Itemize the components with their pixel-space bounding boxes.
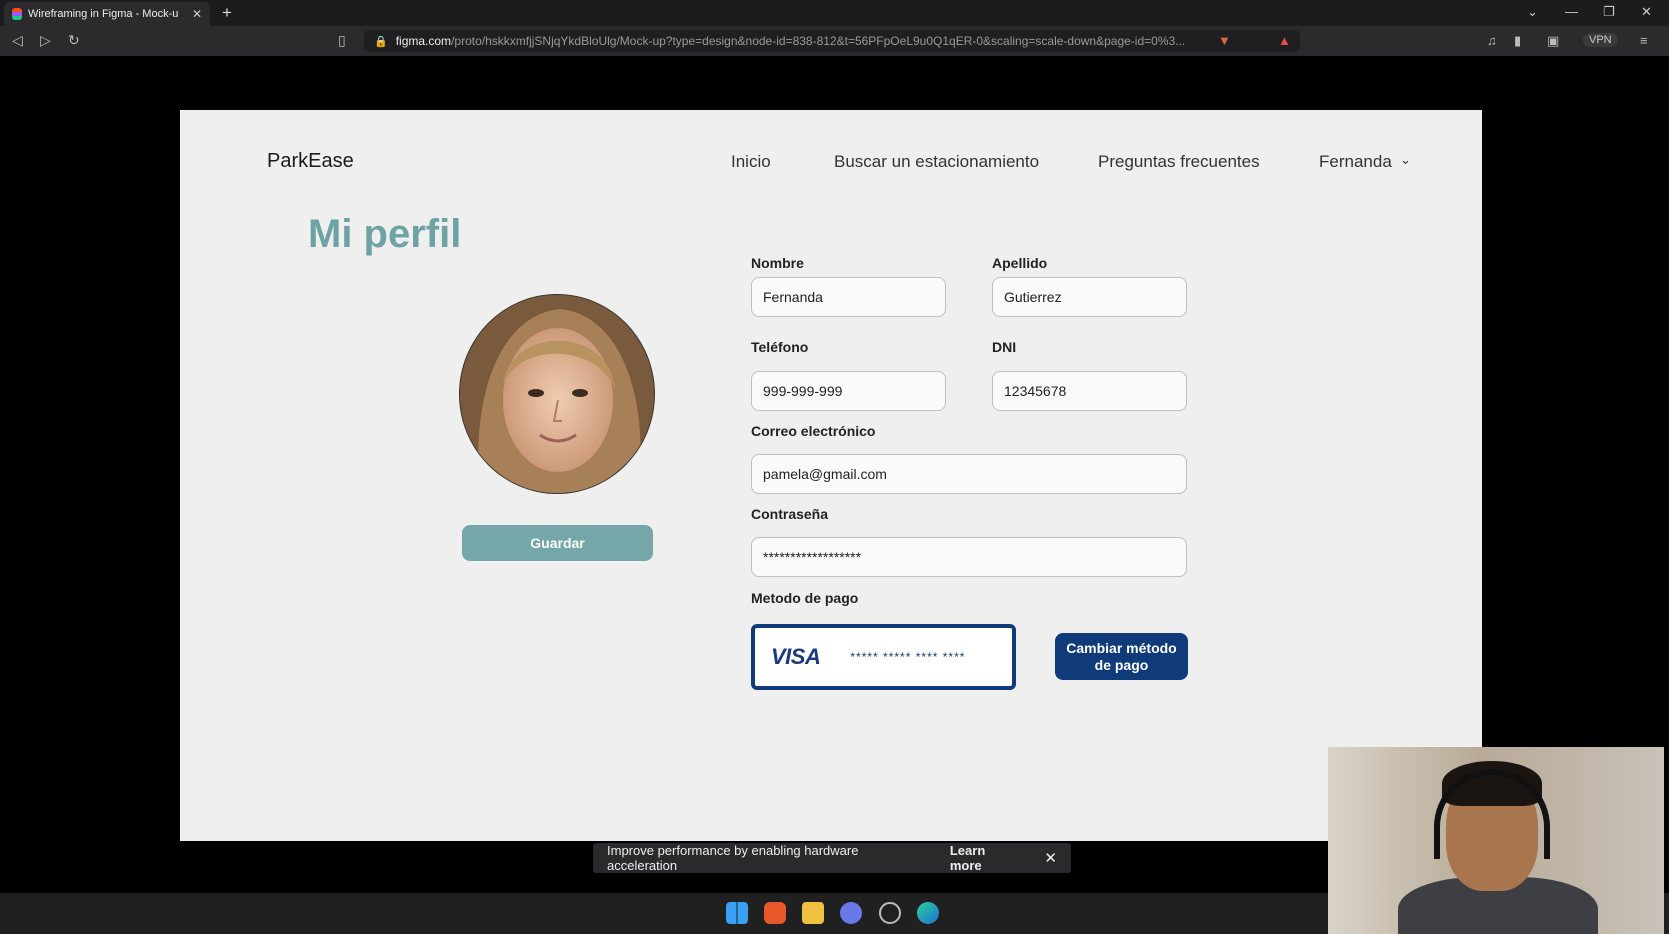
dni-field[interactable]: 12345678 bbox=[992, 371, 1187, 411]
phone-field[interactable]: 999-999-999 bbox=[751, 371, 946, 411]
nav-user-menu[interactable]: Fernanda bbox=[1319, 152, 1392, 172]
lock-icon: 🔒 bbox=[374, 35, 388, 48]
browser-tab[interactable]: Wireframing in Figma - Mock-u ✕ bbox=[4, 2, 210, 26]
close-window-icon[interactable]: ✕ bbox=[1641, 4, 1652, 20]
close-tab-icon[interactable]: ✕ bbox=[192, 7, 202, 21]
close-icon[interactable]: ✕ bbox=[1044, 849, 1057, 867]
url-host: figma.com bbox=[395, 34, 452, 48]
url-path: /proto/hskkxmfjjSNjqYkdBloUlg/Mock-up?ty… bbox=[451, 34, 1186, 48]
visa-logo: VISA bbox=[771, 644, 821, 669]
nav-faq[interactable]: Preguntas frecuentes bbox=[1098, 152, 1260, 172]
avatar bbox=[459, 294, 655, 494]
email-label: Correo electrónico bbox=[751, 423, 876, 439]
forward-icon[interactable]: ▷ bbox=[40, 32, 51, 49]
last-name-label: Apellido bbox=[992, 255, 1048, 271]
minimize-icon[interactable]: — bbox=[1565, 4, 1578, 19]
reload-icon[interactable]: ↻ bbox=[68, 32, 80, 49]
figma-icon bbox=[12, 8, 22, 20]
new-tab-icon[interactable]: + bbox=[222, 3, 232, 23]
phone-label: Teléfono bbox=[751, 339, 809, 355]
media-icon[interactable]: ♫ bbox=[1487, 33, 1497, 48]
profile-page: ParkEase Inicio Buscar un estacionamient… bbox=[180, 110, 1482, 841]
nav-search-parking[interactable]: Buscar un estacionamiento bbox=[834, 152, 1039, 172]
email-field[interactable]: pamela@gmail.com bbox=[751, 454, 1187, 494]
edge-browser-icon[interactable] bbox=[917, 902, 939, 924]
webcam-overlay bbox=[1328, 747, 1664, 934]
payment-card[interactable]: VISA ***** ***** **** **** bbox=[751, 624, 1016, 690]
address-bar[interactable]: 🔒 figma.com /proto/hskkxmfjjSNjqYkdBloUl… bbox=[364, 30, 1300, 52]
file-explorer-icon[interactable] bbox=[802, 902, 824, 924]
notice-text: Improve performance by enabling hardware… bbox=[607, 843, 859, 873]
password-field[interactable]: ****************** bbox=[751, 537, 1187, 577]
chevron-down-icon[interactable]: ⌄ bbox=[1400, 152, 1411, 168]
brave-browser-icon[interactable] bbox=[764, 902, 786, 924]
tab-title: Wireframing in Figma - Mock-u bbox=[28, 8, 179, 20]
change-payment-button[interactable]: Cambiar método de pago bbox=[1055, 633, 1188, 680]
tab-list-icon[interactable]: ⌄ bbox=[1527, 4, 1538, 20]
site-logo[interactable]: ParkEase bbox=[267, 150, 354, 173]
app-icon[interactable] bbox=[879, 902, 901, 924]
save-button[interactable]: Guardar bbox=[462, 525, 653, 561]
learn-more-link[interactable]: Learn more bbox=[950, 843, 1019, 873]
back-icon[interactable]: ◁ bbox=[12, 32, 23, 49]
payment-method-label: Metodo de pago bbox=[751, 590, 859, 606]
discord-icon[interactable] bbox=[840, 902, 862, 924]
first-name-field[interactable]: Fernanda bbox=[751, 277, 946, 317]
wallet-icon[interactable]: ▣ bbox=[1547, 33, 1559, 49]
menu-icon[interactable]: ≡ bbox=[1640, 33, 1648, 48]
last-name-field[interactable]: Gutierrez bbox=[992, 277, 1187, 317]
sidebar-icon[interactable]: ▮ bbox=[1514, 33, 1521, 49]
profile-photo bbox=[460, 295, 654, 493]
dni-label: DNI bbox=[992, 339, 1017, 355]
rewards-icon[interactable]: ▲ bbox=[1278, 33, 1291, 48]
browser-tabbar: Wireframing in Figma - Mock-u ✕ + ⌄ — ❐ … bbox=[0, 0, 1669, 26]
first-name-label: Nombre bbox=[751, 255, 804, 271]
nav-home[interactable]: Inicio bbox=[731, 152, 771, 172]
password-label: Contraseña bbox=[751, 506, 829, 522]
hardware-acceleration-notice: Improve performance by enabling hardware… bbox=[593, 843, 1071, 873]
restore-icon[interactable]: ❐ bbox=[1603, 4, 1615, 20]
masked-card-number: ***** ***** **** **** bbox=[850, 650, 966, 664]
vpn-button[interactable]: VPN bbox=[1583, 33, 1618, 47]
page-title: Mi perfil bbox=[308, 212, 462, 256]
windows-start-icon[interactable] bbox=[726, 902, 748, 924]
brave-shield-icon[interactable]: ▼ bbox=[1218, 33, 1231, 48]
bookmark-icon[interactable]: ▯ bbox=[338, 32, 346, 49]
